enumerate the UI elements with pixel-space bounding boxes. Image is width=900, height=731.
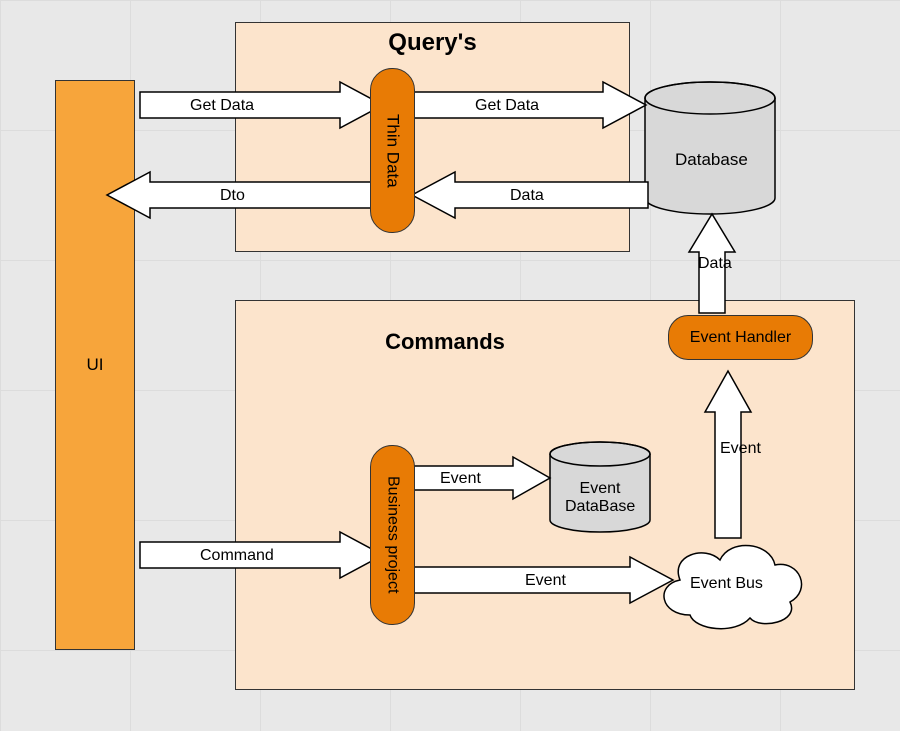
label-command: Command [200, 547, 274, 565]
label-get-data-2: Get Data [475, 97, 539, 115]
event-handler-pill: Event Handler [668, 315, 813, 360]
event-bus-label: Event Bus [690, 575, 763, 593]
label-event-to-db: Event [440, 470, 481, 488]
label-data-up: Data [698, 255, 732, 273]
arrow-get-data-1 [135, 80, 390, 130]
label-event-up: Event [720, 440, 761, 458]
thin-data-pill: Thin Data [370, 68, 415, 233]
ui-box: UI [55, 80, 135, 650]
label-get-data-1: Get Data [190, 97, 254, 115]
arrow-dto [100, 170, 390, 220]
database-label: Database [675, 150, 748, 170]
event-database-label: Event DataBase [565, 480, 635, 517]
label-dto: Dto [220, 187, 245, 205]
business-project-pill: Business project [370, 445, 415, 625]
event-handler-label: Event Handler [690, 329, 791, 347]
query-title: Query's [236, 29, 629, 57]
business-project-label: Business project [384, 476, 402, 593]
label-event-to-bus: Event [525, 572, 566, 590]
ui-label: UI [87, 355, 104, 375]
label-data: Data [510, 187, 544, 205]
thin-data-label: Thin Data [383, 114, 403, 188]
